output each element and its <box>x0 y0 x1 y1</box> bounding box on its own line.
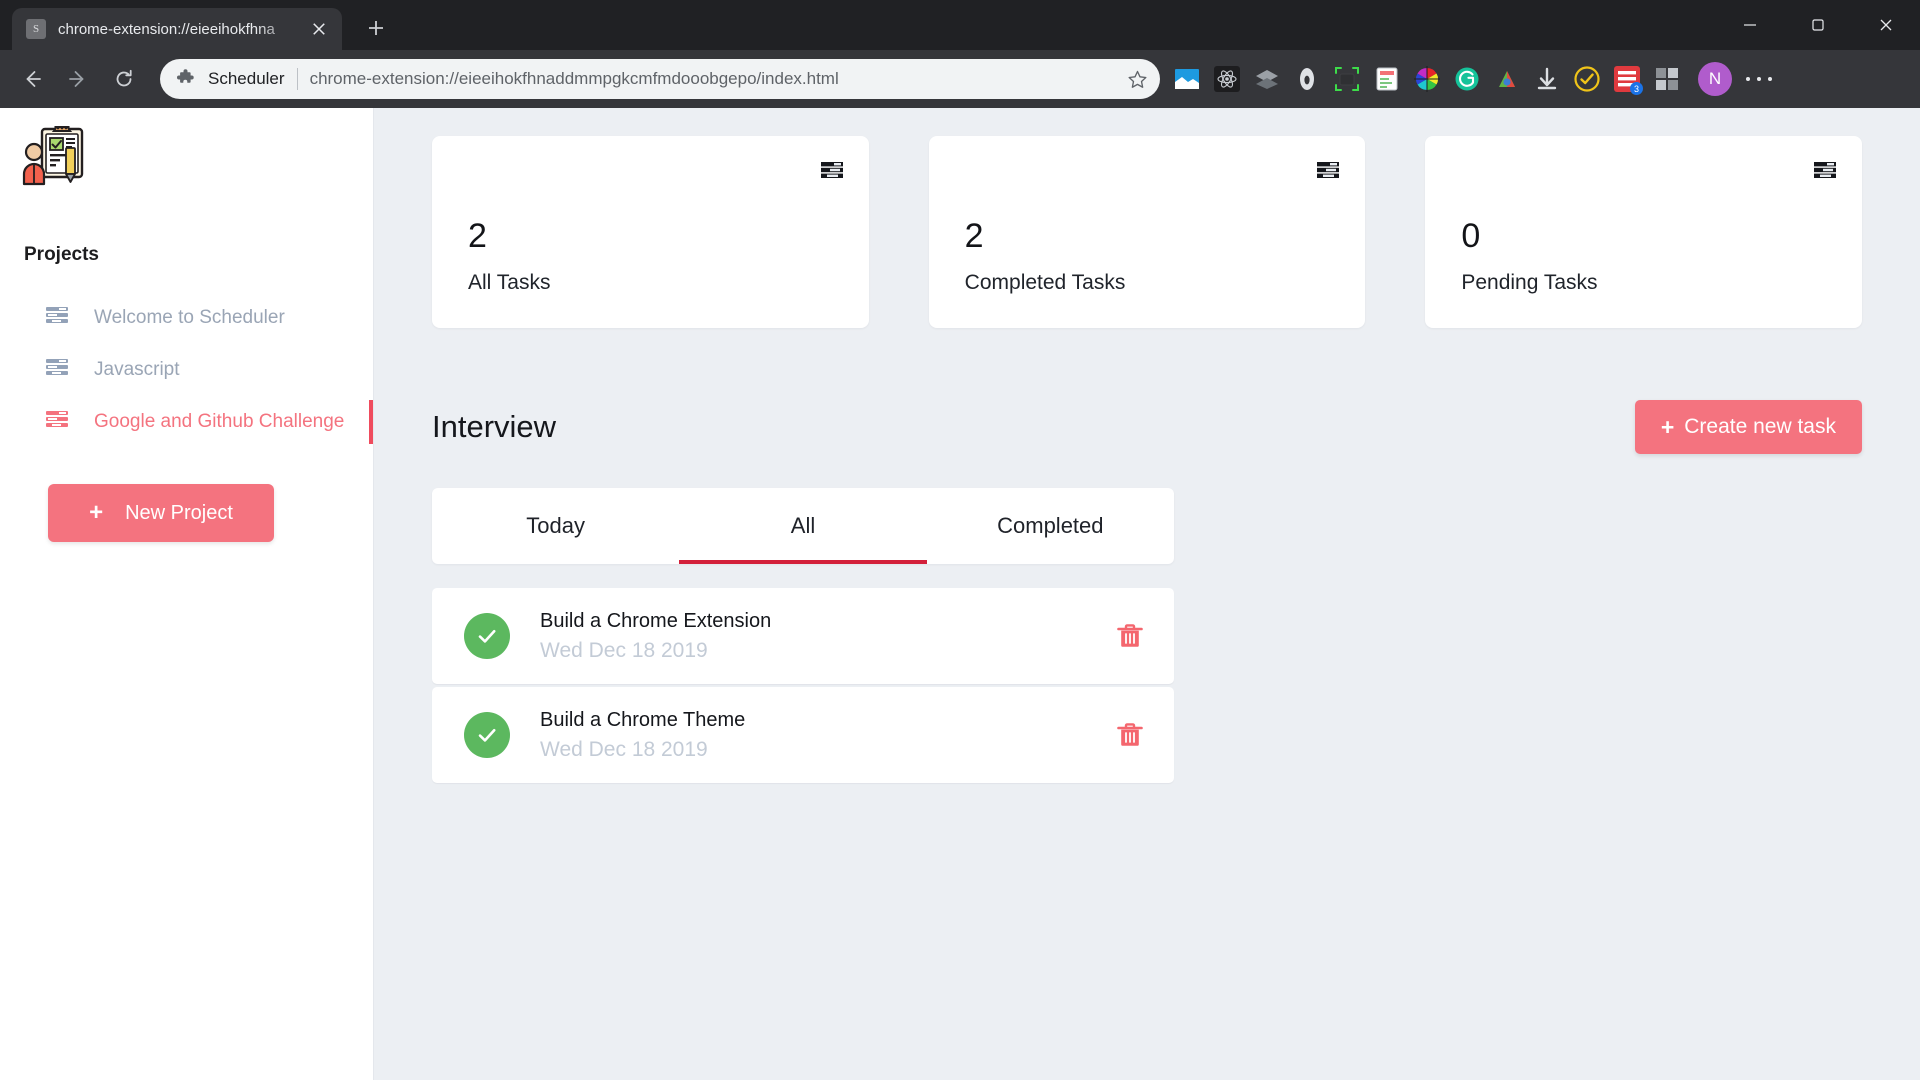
bookmark-star-icon[interactable] <box>1120 62 1154 96</box>
sidebar-item-label: Google and Github Challenge <box>94 411 345 432</box>
tab-label: Completed <box>997 513 1104 538</box>
wave-evaluation-icon[interactable] <box>1294 66 1320 92</box>
main-content: 2 All Tasks 2 Completed Tasks 0 Pending … <box>374 108 1920 1080</box>
sidebar-item-google-and-github-challenge[interactable]: Google and Github Challenge <box>0 396 373 448</box>
stat-label: All Tasks <box>468 271 551 294</box>
extension-name-chip: Scheduler <box>208 69 285 88</box>
todoist-check-icon[interactable] <box>1574 66 1600 92</box>
tab-all[interactable]: All <box>679 488 927 564</box>
sidebar: Projects Welcome to Scheduler Javascript… <box>0 108 374 1080</box>
project-list-icon <box>46 307 68 329</box>
maximize-icon[interactable] <box>1784 0 1852 50</box>
profile-avatar[interactable]: N <box>1698 62 1732 96</box>
task-complete-checkmark-icon[interactable] <box>464 613 510 659</box>
project-list-icon <box>46 411 68 433</box>
stat-value: 2 <box>468 217 487 255</box>
address-bar[interactable]: Scheduler chrome-extension://eieeihokfhn… <box>160 59 1160 99</box>
browser-window: S chrome-extension://eieeihokfhna Schedu… <box>0 0 1920 1080</box>
stat-label: Pending Tasks <box>1461 271 1598 294</box>
tab-strip: S chrome-extension://eieeihokfhna <box>0 0 1920 50</box>
omnibox-divider <box>296 68 298 90</box>
task-filter-tabs: Today All Completed <box>432 488 1174 564</box>
page-title: Interview <box>432 409 557 444</box>
download-icon[interactable] <box>1534 66 1560 92</box>
stat-label: Completed Tasks <box>964 271 1126 294</box>
window-close-icon[interactable] <box>1852 0 1920 50</box>
url-text: chrome-extension://eieeihokfhnaddmmpgkcm… <box>309 69 839 88</box>
window-controls <box>1716 0 1920 50</box>
sidebar-item-label: Welcome to Scheduler <box>94 307 285 328</box>
tab-today[interactable]: Today <box>432 488 679 564</box>
sidebar-item-label: Javascript <box>94 359 180 380</box>
feedly-badge-count: 3 <box>1630 82 1643 95</box>
chrome-menu-icon[interactable] <box>1742 62 1776 96</box>
task-text: Build a Chrome Theme Wed Dec 18 2019 <box>540 709 1110 762</box>
task-complete-checkmark-icon[interactable] <box>464 712 510 758</box>
project-list: Welcome to Scheduler Javascript Google a… <box>0 292 373 448</box>
new-tab-icon[interactable] <box>356 8 396 48</box>
scheduler-clipboard-logo <box>0 126 373 188</box>
puzzle-extension-icon[interactable] <box>1654 66 1680 92</box>
create-new-task-button[interactable]: + Create new task <box>1634 400 1862 454</box>
new-project-button[interactable]: + New Project <box>48 484 274 542</box>
section-header: Interview + Create new task <box>432 400 1862 454</box>
stat-card-pending-tasks: 0 Pending Tasks <box>1425 136 1863 328</box>
stat-value: 0 <box>1461 217 1481 255</box>
minimize-icon[interactable] <box>1716 0 1784 50</box>
tab-completed[interactable]: Completed <box>927 488 1174 564</box>
extension-toolbar: 3 <box>1174 66 1680 95</box>
task-text: Build a Chrome Extension Wed Dec 18 2019 <box>540 610 1110 663</box>
stats-row: 2 All Tasks 2 Completed Tasks 0 Pending … <box>432 136 1863 328</box>
react-devtools-icon[interactable] <box>1214 66 1240 92</box>
task-list: Build a Chrome Extension Wed Dec 18 2019 <box>432 588 1174 783</box>
tab-title: chrome-extension://eieeihokfhna <box>58 20 275 38</box>
stat-value: 2 <box>964 217 984 255</box>
notes-icon[interactable] <box>1374 66 1400 92</box>
task-name: Build a Chrome Theme <box>540 708 746 731</box>
screenshot-region-icon[interactable] <box>1334 66 1360 92</box>
puzzle-icon <box>177 69 194 83</box>
reload-icon[interactable] <box>104 59 144 99</box>
back-icon[interactable] <box>12 59 52 99</box>
feedly-icon[interactable]: 3 <box>1614 66 1643 95</box>
close-icon[interactable] <box>306 16 332 42</box>
forward-icon[interactable] <box>58 59 98 99</box>
task-panel: Today All Completed Build a Chrome Exten… <box>432 488 1174 783</box>
browser-tab[interactable]: S chrome-extension://eieeihokfhna <box>12 8 342 50</box>
plus-icon: + <box>1660 413 1675 440</box>
tab-favicon: S <box>26 19 46 39</box>
list-icon <box>1814 162 1837 183</box>
color-picker-icon[interactable] <box>1414 66 1440 92</box>
grammarly-icon[interactable] <box>1454 66 1480 92</box>
task-date: Wed Dec 18 2019 <box>540 638 708 662</box>
browser-toolbar: Scheduler chrome-extension://eieeihokfhn… <box>0 50 1920 108</box>
tab-label: Today <box>526 513 586 538</box>
project-list-icon <box>46 359 68 381</box>
page-body: Projects Welcome to Scheduler Javascript… <box>0 108 1920 1080</box>
create-new-task-label: Create new task <box>1684 415 1836 438</box>
new-project-label: New Project <box>125 501 233 524</box>
task-row[interactable]: Build a Chrome Theme Wed Dec 18 2019 <box>432 687 1174 783</box>
trash-icon[interactable] <box>1110 715 1150 755</box>
layers-icon[interactable] <box>1254 66 1280 92</box>
task-date: Wed Dec 18 2019 <box>540 737 708 761</box>
stat-card-completed-tasks: 2 Completed Tasks <box>928 136 1366 328</box>
sidebar-item-javascript[interactable]: Javascript <box>0 344 373 396</box>
task-name: Build a Chrome Extension <box>540 609 772 632</box>
colorzilla-icon[interactable] <box>1494 66 1520 92</box>
sidebar-item-welcome-to-scheduler[interactable]: Welcome to Scheduler <box>0 292 373 344</box>
list-icon <box>1317 162 1340 183</box>
stat-card-all-tasks: 2 All Tasks <box>432 136 869 328</box>
sidebar-heading: Projects <box>24 244 99 265</box>
plus-icon: + <box>89 499 104 526</box>
list-icon <box>820 162 843 183</box>
tab-label: All <box>790 513 816 538</box>
window-capture-icon[interactable] <box>1174 66 1200 92</box>
trash-icon[interactable] <box>1110 616 1150 656</box>
task-row[interactable]: Build a Chrome Extension Wed Dec 18 2019 <box>432 588 1174 684</box>
